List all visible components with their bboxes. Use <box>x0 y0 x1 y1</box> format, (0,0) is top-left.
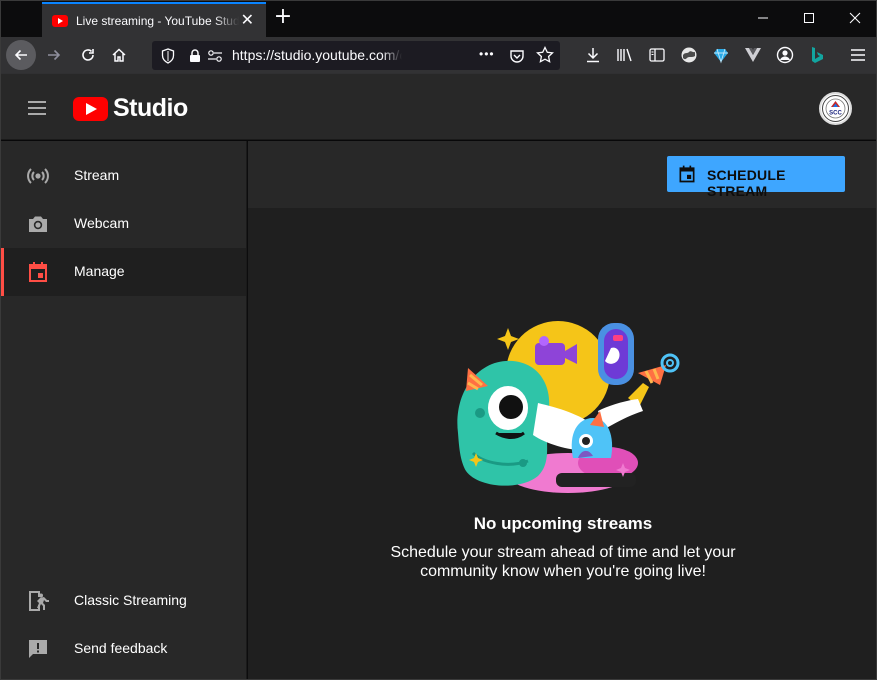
navigation-toolbar: https://studio.youtube.com/channel/UC ••… <box>1 37 876 74</box>
home-button[interactable] <box>104 40 134 70</box>
sidebar-item-webcam[interactable]: Webcam <box>1 200 246 248</box>
empty-state-line-2: community know when you're going live! <box>420 563 706 580</box>
extension-vue-icon[interactable] <box>742 44 764 66</box>
empty-state-title: No upcoming streams <box>473 514 653 533</box>
browser-tab[interactable]: Live streaming - YouTube Studio ✕ <box>42 2 266 37</box>
sidebar-item-label: Send feedback <box>74 640 168 656</box>
sidebar-item-label: Manage <box>74 263 125 279</box>
forward-button[interactable] <box>39 40 69 70</box>
hamburger-icon <box>28 101 46 115</box>
youtube-play-icon <box>73 96 108 121</box>
permissions-icon[interactable] <box>204 45 226 67</box>
extension-globe-icon[interactable] <box>678 44 700 66</box>
sidebar-item-label: Stream <box>74 167 120 183</box>
reload-button[interactable] <box>73 40 103 70</box>
maximize-button[interactable] <box>786 1 832 35</box>
library-icon[interactable] <box>614 44 636 66</box>
account-icon[interactable] <box>774 44 796 66</box>
empty-state-description: Schedule your stream ahead of time and l… <box>248 543 876 581</box>
shield-icon[interactable] <box>157 45 179 67</box>
back-arrow-icon <box>14 49 27 61</box>
tab-title: Live streaming - YouTube Studio <box>76 13 239 28</box>
svg-text:SCC: SCC <box>829 111 842 117</box>
sidebar-toggle-icon[interactable] <box>646 44 668 66</box>
page-actions-more-icon[interactable]: ••• <box>479 47 495 61</box>
menu-hamburger-icon[interactable] <box>847 44 869 66</box>
extension-diamond-icon[interactable] <box>710 44 732 66</box>
sidebar-item-label: Webcam <box>74 215 129 231</box>
new-tab-button[interactable]: + <box>272 6 294 30</box>
empty-state-illustration <box>457 321 680 493</box>
bing-icon[interactable] <box>806 44 828 66</box>
close-icon <box>849 12 861 24</box>
calendar-icon <box>679 165 695 183</box>
exit-icon <box>29 591 49 611</box>
calendar-icon <box>29 262 47 282</box>
sidebar-item-manage[interactable]: Manage <box>1 248 246 296</box>
avatar[interactable]: SCC <box>819 92 852 125</box>
studio-menu-button[interactable] <box>25 96 49 120</box>
feedback-icon <box>29 640 47 658</box>
maximize-icon <box>804 13 814 23</box>
tab-strip: Live streaming - YouTube Studio ✕ + <box>1 1 876 37</box>
lock-icon[interactable] <box>184 45 206 67</box>
download-icon[interactable] <box>582 44 604 66</box>
main-content: No upcoming streams Schedule your stream… <box>248 208 876 679</box>
sidebar-item-send-feedback[interactable]: Send feedback <box>1 625 246 673</box>
sidebar-item-stream[interactable]: Stream <box>1 152 246 200</box>
sidebar-item-classic-streaming[interactable]: Classic Streaming <box>1 577 246 625</box>
reload-icon <box>82 49 94 61</box>
sidebar: Stream Webcam Manage Classic Streaming S… <box>1 141 247 679</box>
tab-close-icon[interactable]: ✕ <box>239 12 256 30</box>
pocket-icon[interactable] <box>506 45 528 67</box>
youtube-studio-logo[interactable]: Studio <box>73 94 188 123</box>
logo-text: Studio <box>113 94 188 122</box>
studio-header: Studio SCC <box>1 74 876 140</box>
schedule-stream-button[interactable]: SCHEDULE STREAM <box>667 156 845 199</box>
forward-arrow-icon <box>48 49 61 61</box>
minimize-button[interactable] <box>740 1 786 35</box>
empty-state-line-1: Schedule your stream ahead of time and l… <box>390 544 736 561</box>
bookmark-star-icon[interactable] <box>534 44 556 66</box>
close-window-button[interactable] <box>832 1 876 35</box>
schedule-stream-label: SCHEDULE STREAM <box>707 167 786 199</box>
main-toolbar: SCHEDULE STREAM <box>248 141 876 208</box>
home-icon <box>112 48 126 62</box>
back-button[interactable] <box>6 40 36 70</box>
live-stream-icon <box>27 168 49 184</box>
camera-icon <box>29 216 47 232</box>
sidebar-item-label: Classic Streaming <box>74 592 187 608</box>
minimize-icon <box>758 17 768 19</box>
youtube-favicon-icon <box>52 14 68 27</box>
url-bar[interactable]: https://studio.youtube.com/channel/UC ••… <box>152 41 560 70</box>
url-text[interactable]: https://studio.youtube.com/channel/UC <box>232 47 402 63</box>
browser-window: Live streaming - YouTube Studio ✕ + http… <box>0 0 877 680</box>
